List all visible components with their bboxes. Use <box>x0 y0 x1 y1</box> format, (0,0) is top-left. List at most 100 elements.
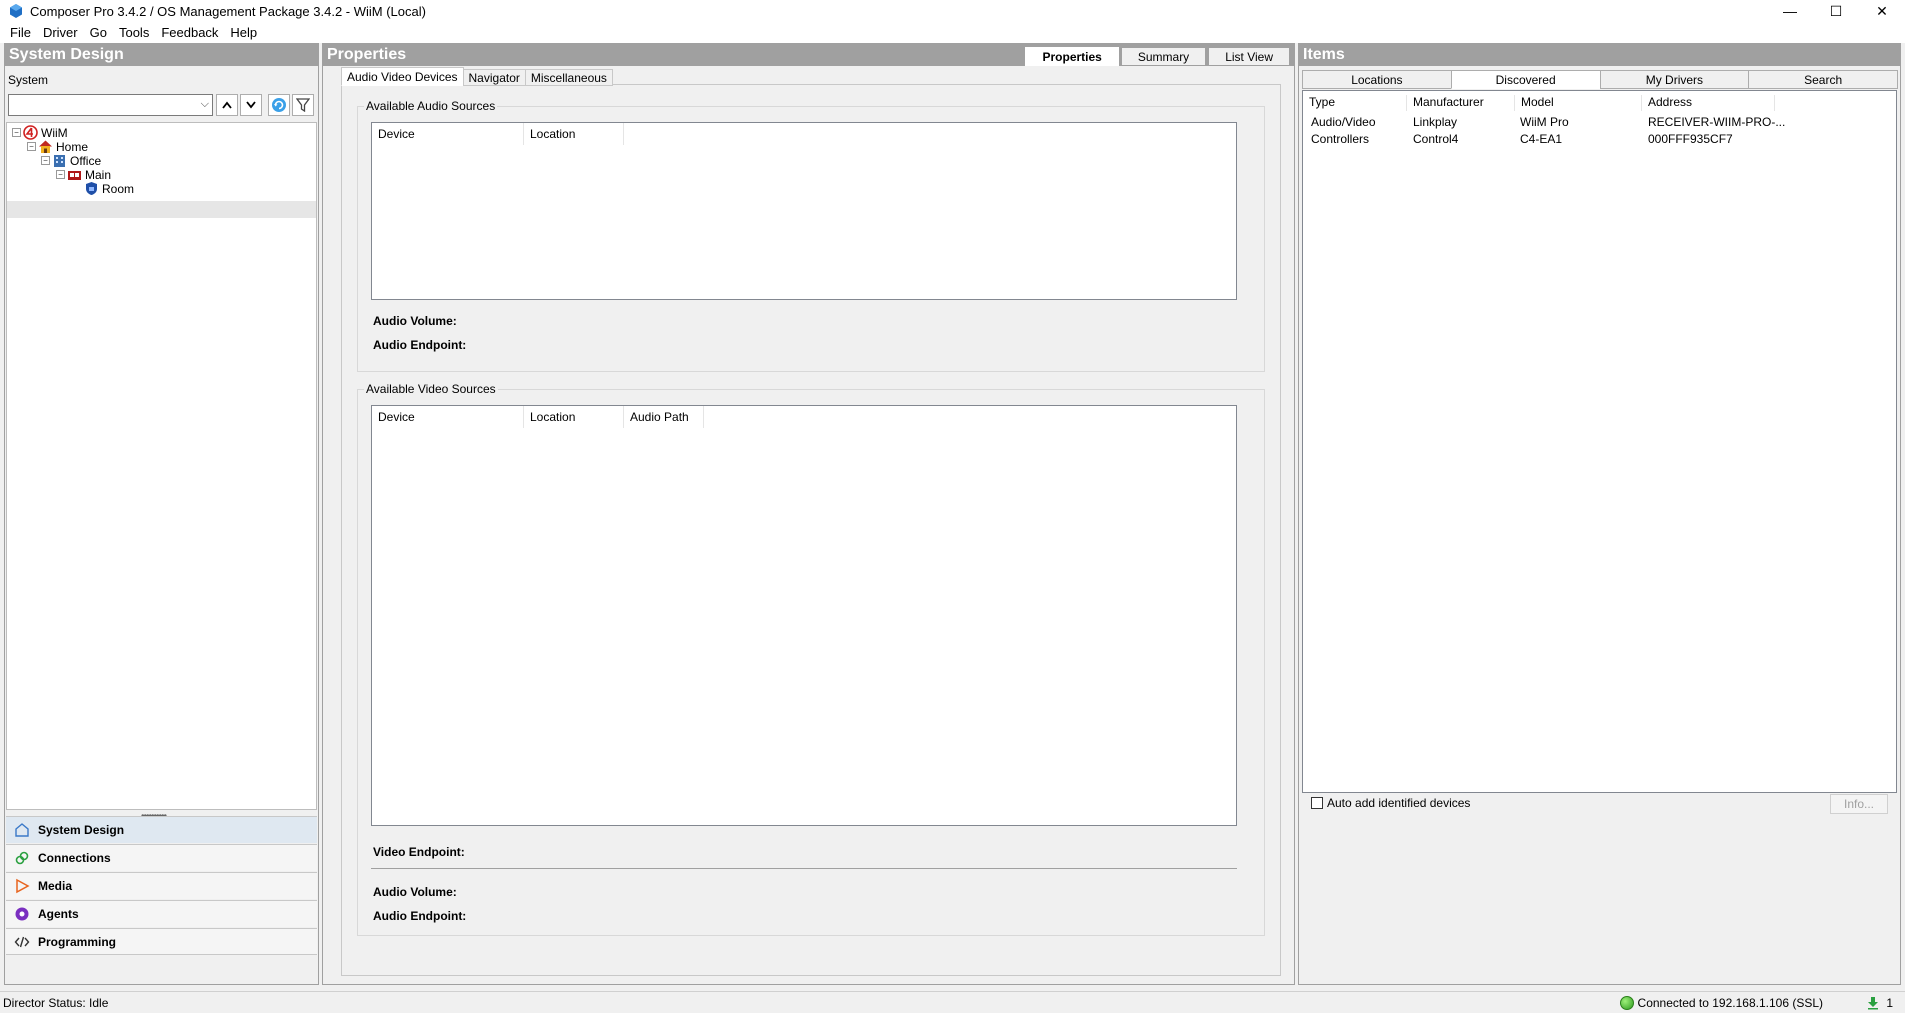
col-manufacturer[interactable]: Manufacturer <box>1407 95 1515 111</box>
download-count: 1 <box>1886 996 1893 1010</box>
chevron-down-icon <box>246 101 256 109</box>
chevron-up-icon <box>222 101 232 109</box>
discovered-list[interactable]: Type Manufacturer Model Address Audio/Vi… <box>1302 90 1897 793</box>
menu-driver[interactable]: Driver <box>37 25 84 40</box>
video-group-title: Available Video Sources <box>364 382 498 396</box>
floor-icon <box>68 171 81 180</box>
cell-address: RECEIVER-WIIM-PRO-... <box>1648 115 1786 129</box>
close-button[interactable]: ✕ <box>1859 0 1905 22</box>
tab-my-drivers[interactable]: My Drivers <box>1599 70 1750 89</box>
chevron-down-icon: ⌵ <box>200 98 209 110</box>
col-model[interactable]: Model <box>1515 95 1642 111</box>
menu-go[interactable]: Go <box>84 25 113 40</box>
tree-label-room: Room <box>102 181 135 196</box>
nav-media[interactable]: Media <box>6 872 317 899</box>
tab-discovered[interactable]: Discovered <box>1450 70 1601 89</box>
menu-tools[interactable]: Tools <box>113 25 155 40</box>
refresh-button[interactable] <box>268 94 290 116</box>
video-audio-endpoint-label: Audio Endpoint: <box>373 909 467 923</box>
status-bar: Director Status: Idle Connected to 192.1… <box>0 991 1905 1013</box>
properties-view-tabs: Properties Summary List View <box>1023 47 1290 66</box>
audio-col-location[interactable]: Location <box>524 123 624 145</box>
tab-locations[interactable]: Locations <box>1302 70 1452 89</box>
connected-icon <box>1619 996 1634 1010</box>
filter-button[interactable] <box>292 94 314 116</box>
video-col-audio-path[interactable]: Audio Path <box>624 406 704 428</box>
col-address[interactable]: Address <box>1642 95 1775 111</box>
tab-search[interactable]: Search <box>1748 70 1898 89</box>
room-icon <box>86 182 97 195</box>
subtab-audio-video-devices[interactable]: Audio Video Devices <box>341 67 464 86</box>
items-tabs: Locations Discovered My Drivers Search <box>1302 70 1898 89</box>
properties-panel: Properties Properties Summary List View … <box>322 43 1295 985</box>
link-icon <box>15 851 29 865</box>
collapse-icon: − <box>27 142 36 151</box>
window-title: Composer Pro 3.4.2 / OS Management Packa… <box>30 3 426 19</box>
director-status: Director Status: Idle <box>3 996 109 1010</box>
audio-sources-group: Available Audio Sources Device Location … <box>357 99 1265 372</box>
system-design-header: System Design <box>5 44 318 66</box>
video-audio-volume-label: Audio Volume: <box>373 885 457 899</box>
connection-text: Connected to 192.168.1.106 (SSL) <box>1637 996 1823 1010</box>
nav-label: Media <box>38 879 73 893</box>
system-search-combo[interactable]: ⌵ <box>8 94 213 116</box>
auto-add-label: Auto add identified devices <box>1327 796 1471 810</box>
code-icon <box>14 936 30 947</box>
audio-group-title: Available Audio Sources <box>364 99 498 113</box>
cell-model: C4-EA1 <box>1520 132 1563 146</box>
collapse-icon: − <box>41 156 50 165</box>
nav-label: System Design <box>38 823 125 837</box>
device-subtabs: Audio Video Devices Navigator Miscellane… <box>341 67 613 86</box>
minimize-button[interactable]: — <box>1767 0 1813 22</box>
nav-label: Programming <box>38 934 117 949</box>
cell-manufacturer: Control4 <box>1413 132 1459 146</box>
video-col-location[interactable]: Location <box>524 406 624 428</box>
info-button[interactable]: Info... <box>1830 794 1888 814</box>
system-label: System <box>8 73 49 87</box>
menu-file[interactable]: File <box>4 25 37 40</box>
refresh-icon <box>272 98 286 112</box>
audio-endpoint-label: Audio Endpoint: <box>373 338 467 352</box>
cell-type: Audio/Video <box>1311 115 1376 129</box>
maximize-button[interactable]: ☐ <box>1813 0 1859 22</box>
nav-label: Agents <box>38 907 79 921</box>
download-status[interactable]: 1 <box>1866 996 1893 1010</box>
move-down-button[interactable] <box>240 94 262 116</box>
col-type[interactable]: Type <box>1303 95 1407 111</box>
system-tree[interactable]: − WiiM − Home − Office − Main Room <box>6 122 317 810</box>
filter-icon <box>296 98 310 112</box>
video-sources-list[interactable]: Device Location Audio Path <box>371 405 1237 826</box>
audio-sources-list[interactable]: Device Location <box>371 122 1237 300</box>
composer-app-icon <box>10 4 22 18</box>
menu-help[interactable]: Help <box>224 25 263 40</box>
nav-agents[interactable]: Agents <box>6 900 317 927</box>
video-col-device[interactable]: Device <box>372 406 524 428</box>
divider <box>371 868 1237 869</box>
audio-col-device[interactable]: Device <box>372 123 524 145</box>
auto-add-option[interactable]: Auto add identified devices <box>1311 796 1470 810</box>
cell-address: 000FFF935CF7 <box>1648 132 1733 146</box>
subtab-navigator[interactable]: Navigator <box>462 69 526 86</box>
nav-connections[interactable]: Connections <box>6 844 317 871</box>
tree-node-room[interactable]: Room <box>84 180 134 197</box>
menu-feedback[interactable]: Feedback <box>155 25 224 40</box>
cell-type: Controllers <box>1311 132 1370 146</box>
video-sources-group: Available Video Sources Device Location … <box>357 382 1265 936</box>
move-up-button[interactable] <box>216 94 238 116</box>
tab-properties[interactable]: Properties <box>1025 47 1119 66</box>
items-panel: Items Locations Discovered My Drivers Se… <box>1298 43 1901 985</box>
system-design-panel: System Design System ⌵ − WiiM − Home − O… <box>4 43 319 985</box>
subtab-miscellaneous[interactable]: Miscellaneous <box>524 69 613 86</box>
download-icon <box>1868 997 1879 1010</box>
items-header: Items <box>1299 44 1900 66</box>
nav-programming[interactable]: Programming <box>6 928 317 955</box>
play-icon <box>16 878 30 894</box>
tab-summary[interactable]: Summary <box>1120 47 1207 66</box>
home-outline-icon <box>15 823 29 837</box>
auto-add-checkbox[interactable] <box>1311 797 1323 809</box>
nav-system-design[interactable]: System Design <box>6 816 317 843</box>
audio-volume-label: Audio Volume: <box>373 314 457 328</box>
tab-list-view[interactable]: List View <box>1208 47 1290 66</box>
cell-model: WiiM Pro <box>1520 115 1569 129</box>
video-endpoint-label: Video Endpoint: <box>373 845 465 859</box>
